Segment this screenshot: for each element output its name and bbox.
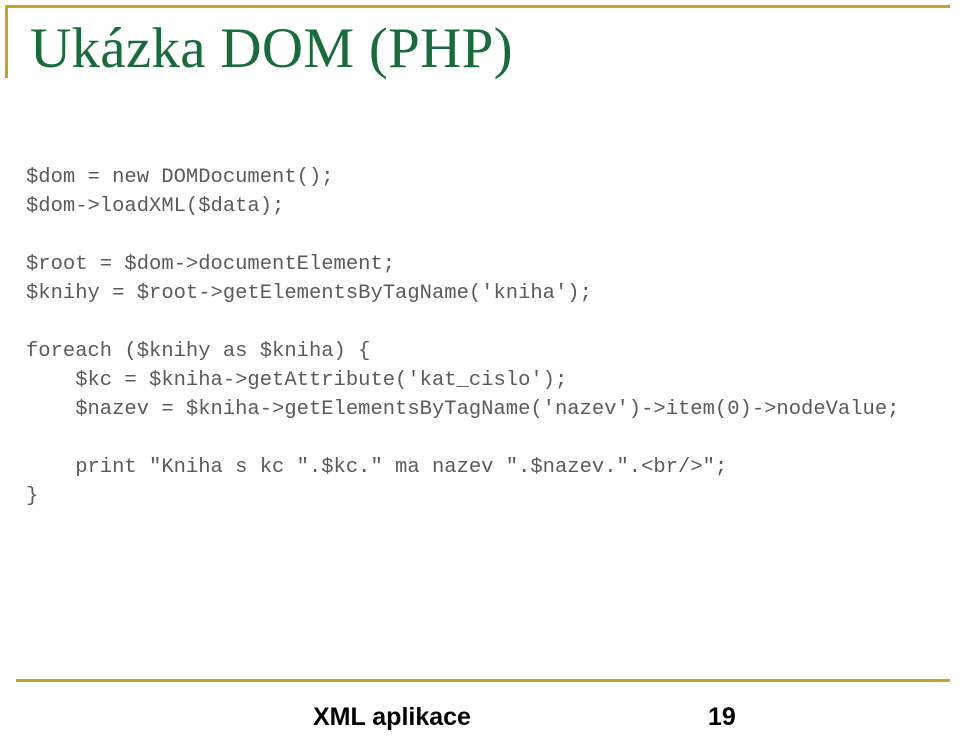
code-line: print "Kniha s kc ".$kc." ma nazev ".$na… <box>26 456 728 479</box>
left-accent-rule <box>5 5 8 78</box>
bottom-accent-rule <box>16 679 950 682</box>
code-line: $dom = new DOMDocument(); <box>26 166 334 189</box>
code-line: foreach ($knihy as $kniha) { <box>26 340 371 363</box>
footer-title: XML aplikace <box>313 703 471 731</box>
code-line: } <box>26 485 39 508</box>
code-line: $nazev = $kniha->getElementsByTagName('n… <box>26 398 900 421</box>
code-line: $knihy = $root->getElementsByTagName('kn… <box>26 282 592 305</box>
top-accent-rule <box>5 5 950 8</box>
code-line: $root = $dom->documentElement; <box>26 253 396 276</box>
code-line: $kc = $kniha->getAttribute('kat_cislo'); <box>26 369 568 392</box>
slide: Ukázka DOM (PHP) $dom = new DOMDocument(… <box>0 0 960 742</box>
page-title: Ukázka DOM (PHP) <box>30 17 513 80</box>
code-line: $dom->loadXML($data); <box>26 195 285 218</box>
footer-page-number: 19 <box>708 703 736 731</box>
code-block: $dom = new DOMDocument(); $dom->loadXML($… <box>26 163 946 511</box>
